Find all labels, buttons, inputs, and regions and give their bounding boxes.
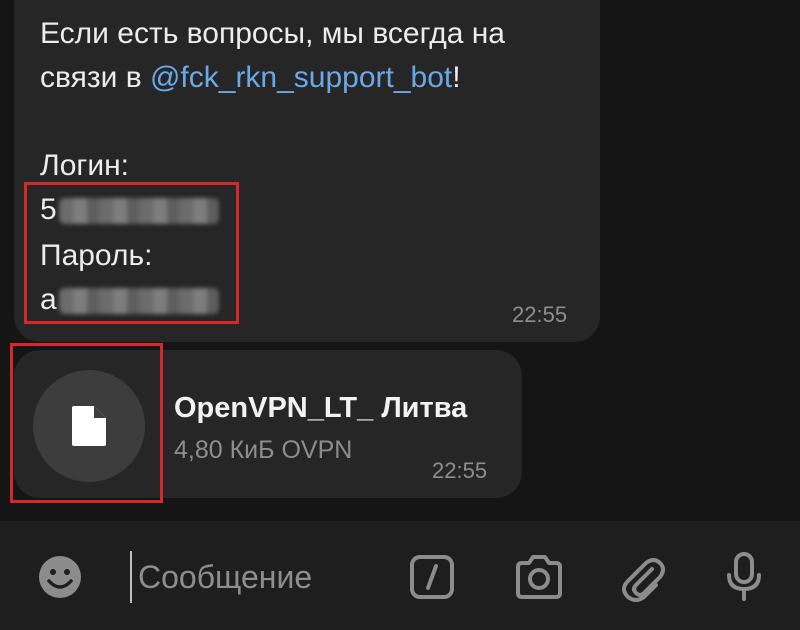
file-meta: 4,80 КиБ OVPN [174,436,353,464]
camera-icon [516,555,562,599]
file-icon-highlight-box [10,343,163,503]
emoji-button[interactable] [32,549,88,605]
voice-record-button[interactable] [716,549,772,605]
camera-button[interactable] [511,549,567,605]
attach-icon [622,558,665,602]
message-line-2-prefix: связи в [40,61,150,94]
message-input[interactable] [130,551,398,603]
message-line-1: Если есть вопросы, мы всегда на [40,17,505,50]
message-line-2: связи в @fck_rkn_support_bot! [40,56,590,100]
credentials-highlight-box [24,182,239,324]
bot-command-button[interactable] [404,549,460,605]
file-time: 22:55 [432,458,488,483]
attach-button[interactable] [614,549,670,605]
bot-command-icon [410,555,454,599]
message-composer [0,521,800,630]
file-name: OpenVPN_LT_ Литва [174,392,468,424]
chat-screen: Если есть вопросы, мы всегда на связи в … [0,0,800,630]
emoji-icon [39,556,81,598]
message-time: 22:55 [512,302,568,327]
microphone-icon [727,552,761,601]
message-line-2-suffix: ! [452,61,461,94]
support-bot-mention-link[interactable]: @fck_rkn_support_bot [150,61,452,94]
